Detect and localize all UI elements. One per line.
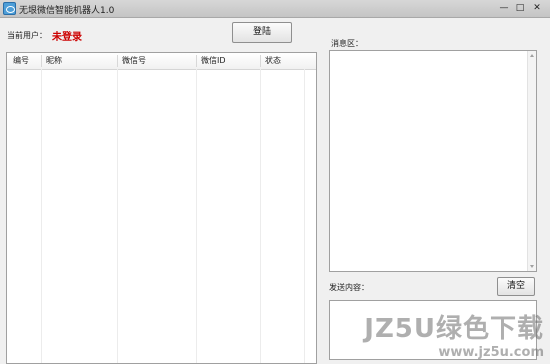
window-title: 无垠微信智能机器人1.0: [19, 6, 115, 16]
column-header-nickname[interactable]: 昵称: [42, 53, 62, 69]
column-header-wechat-no[interactable]: 微信号: [118, 53, 146, 69]
watermark-text: JZ5U绿色下载: [364, 314, 544, 344]
message-area-label: 消息区：: [331, 39, 363, 48]
column-gridline: [196, 69, 197, 363]
table-header: 编号 昵称 微信号 微信ID 状态: [7, 53, 316, 70]
column-gridline: [117, 69, 118, 363]
column-header-wechat-id[interactable]: 微信ID: [197, 53, 226, 69]
watermark-url: www.jz5u.com: [438, 345, 544, 360]
column-divider[interactable]: [41, 55, 42, 67]
clear-button[interactable]: 清空: [497, 277, 535, 296]
column-divider[interactable]: [260, 55, 261, 67]
column-divider[interactable]: [196, 55, 197, 67]
title-bar: 无垠微信智能机器人1.0 — □ ✕: [0, 0, 550, 18]
contacts-table[interactable]: 编号 昵称 微信号 微信ID 状态: [6, 52, 317, 364]
watermark: JZ5U绿色下载 www.jz5u.com: [364, 308, 544, 360]
column-header-status[interactable]: 状态: [261, 53, 281, 69]
login-status: 未登录: [52, 32, 82, 43]
send-content-label: 发送内容：: [329, 283, 369, 292]
message-scrollbar[interactable]: [527, 51, 536, 271]
maximize-button[interactable]: □: [514, 3, 526, 14]
column-divider[interactable]: [117, 55, 118, 67]
column-gridline: [304, 69, 305, 363]
close-button[interactable]: ✕: [531, 3, 543, 14]
column-header-id[interactable]: 编号: [9, 53, 29, 69]
column-gridline: [260, 69, 261, 363]
login-button[interactable]: 登陆: [232, 22, 292, 43]
current-user-label: 当前用户：: [7, 31, 47, 40]
scroll-up-arrow-icon[interactable]: [530, 54, 534, 57]
scroll-down-arrow-icon[interactable]: [530, 265, 534, 268]
column-gridline: [41, 69, 42, 363]
app-icon: [3, 2, 16, 15]
minimize-button[interactable]: —: [498, 3, 510, 14]
message-area[interactable]: [329, 50, 537, 272]
